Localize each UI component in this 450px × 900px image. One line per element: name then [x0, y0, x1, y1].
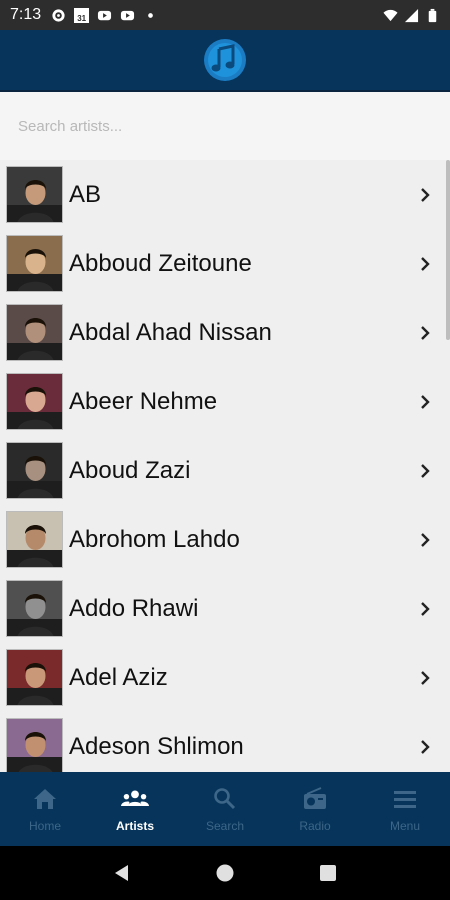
artist-name: Adel Aziz [69, 663, 168, 691]
search-box [0, 92, 450, 160]
nav-home-label: Home [28, 818, 61, 833]
artist-name: Abboud Zeitoune [69, 249, 252, 277]
nav-artists-label: Artists [115, 818, 154, 833]
back-icon[interactable] [112, 863, 132, 883]
artist-photo-image [7, 443, 62, 498]
artist-name: Addo Rhawi [69, 594, 199, 622]
wifi-icon [383, 9, 398, 21]
nav-search[interactable]: Search [180, 772, 270, 846]
dot-icon [148, 12, 153, 18]
system-nav-bar [0, 846, 450, 900]
chevron-right-icon [410, 732, 440, 762]
chevron-right-icon [410, 456, 440, 486]
radio-icon [304, 786, 326, 809]
calendar-day: 31 [77, 13, 87, 23]
artist-name: Abdal Ahad Nissan [69, 318, 272, 346]
artist-row[interactable]: AB [0, 160, 446, 229]
youtube-icon [98, 10, 112, 20]
artist-name: Abeer Nehme [69, 387, 218, 415]
chevron-right-icon [410, 594, 440, 624]
artist-row[interactable]: Adel Aziz [0, 643, 446, 712]
search-artists-input[interactable] [0, 92, 450, 160]
chevron-right-icon [410, 525, 440, 555]
artist-photo-image [7, 650, 62, 705]
chevron-right-icon [410, 318, 440, 348]
artist-photo-image [7, 236, 62, 291]
artist-photo [6, 442, 63, 499]
youtube-icon [121, 10, 135, 20]
battery-icon [428, 8, 437, 22]
notification-icons: 31 [51, 7, 158, 23]
artist-photo [6, 304, 63, 361]
artist-photo [6, 511, 63, 568]
bottom-navigation: Home Artists Search Radio Menu [0, 772, 450, 846]
status-bar: 7:13 31 [0, 0, 450, 30]
artist-row[interactable]: Abrohom Lahdo [0, 505, 446, 574]
system-status-icons [383, 8, 440, 23]
artist-photo [6, 718, 63, 772]
chevron-right-icon [410, 180, 440, 210]
artist-photo [6, 580, 63, 637]
artist-list[interactable]: AB Abboud Zeitoune Abdal Ahad Nissan Abeer … [0, 160, 450, 772]
nav-menu-label: Menu [389, 818, 421, 833]
artist-photo-image [7, 581, 62, 636]
artist-name: Abrohom Lahdo [69, 525, 240, 553]
home-icon [34, 788, 56, 809]
artist-row[interactable]: Adeson Shlimon [0, 712, 446, 772]
calendar-icon: 31 [74, 7, 90, 23]
people-icon [121, 789, 149, 806]
artist-photo-image [7, 167, 62, 222]
nav-menu[interactable]: Menu [360, 772, 450, 846]
artist-name: Adeson Shlimon [69, 732, 244, 760]
recents-icon[interactable] [318, 863, 338, 883]
chevron-right-icon [410, 663, 440, 693]
artist-name: AB [69, 180, 102, 208]
nav-artists[interactable]: Artists [90, 772, 180, 846]
artist-photo [6, 373, 63, 430]
status-time: 7:13 [10, 6, 42, 23]
signal-icon [404, 8, 419, 22]
chevron-right-icon [410, 387, 440, 417]
artist-name: Aboud Zazi [69, 456, 191, 484]
nav-radio[interactable]: Radio [270, 772, 360, 846]
home-circle-icon[interactable] [215, 863, 235, 883]
artist-photo-image [7, 305, 62, 360]
artist-row[interactable]: Aboud Zazi [0, 436, 446, 505]
nav-search-label: Search [205, 818, 245, 833]
search-icon [214, 787, 236, 809]
artist-photo [6, 649, 63, 706]
artist-photo-image [7, 719, 62, 772]
app-header [0, 30, 450, 92]
artist-photo-image [7, 374, 62, 429]
artist-photo-image [7, 512, 62, 567]
music-note-logo [204, 39, 246, 81]
menu-icon [394, 790, 416, 808]
nav-home[interactable]: Home [0, 772, 90, 846]
artist-row[interactable]: Abdal Ahad Nissan [0, 298, 446, 367]
artist-row[interactable]: Addo Rhawi [0, 574, 446, 643]
chevron-right-icon [410, 249, 440, 279]
artist-photo [6, 166, 63, 223]
artist-photo [6, 235, 63, 292]
gear-icon [52, 8, 65, 22]
artist-row[interactable]: Abeer Nehme [0, 367, 446, 436]
artist-row[interactable]: Abboud Zeitoune [0, 229, 446, 298]
nav-radio-label: Radio [299, 818, 331, 833]
scrollbar[interactable] [446, 160, 450, 340]
